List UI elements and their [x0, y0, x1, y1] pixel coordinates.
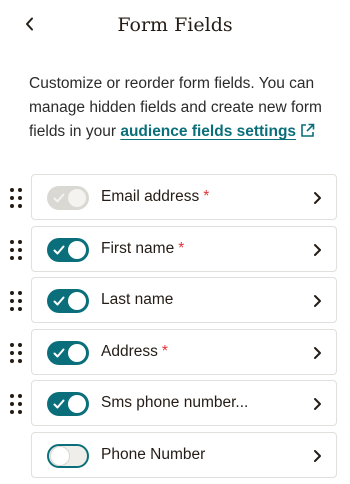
field-card[interactable]: Address * [31, 328, 337, 375]
field-visibility-toggle[interactable] [47, 237, 89, 262]
field-label: Address * [101, 343, 168, 361]
chevron-right-icon[interactable] [313, 243, 322, 257]
field-row: Last name [0, 277, 350, 329]
field-label: First name * [101, 240, 184, 258]
check-icon [53, 348, 65, 357]
field-card[interactable]: Phone Number [31, 431, 337, 478]
field-card[interactable]: Email address * [31, 174, 337, 220]
field-card[interactable]: Sms phone number... [31, 380, 337, 426]
chevron-right-icon[interactable] [313, 191, 322, 205]
field-label: Email address * [101, 188, 209, 206]
audience-fields-settings-link[interactable]: audience fields settings [120, 123, 296, 140]
form-fields-list: Email address * First name * Last name A… [0, 174, 350, 483]
field-visibility-toggle[interactable] [47, 289, 89, 313]
chevron-right-icon[interactable] [313, 294, 322, 308]
toggle-knob [68, 189, 86, 207]
chevron-right-icon[interactable] [313, 397, 322, 411]
field-row: Phone Number [0, 431, 350, 484]
description: Customize or reorder form fields. You ca… [29, 72, 341, 144]
header: Form Fields [0, 0, 350, 52]
check-icon [53, 296, 65, 306]
field-name: Email address [101, 188, 200, 205]
check-icon [53, 193, 65, 203]
field-visibility-toggle[interactable] [47, 392, 89, 416]
drag-handle-icon[interactable] [10, 291, 24, 311]
drag-handle-icon[interactable] [10, 188, 24, 208]
required-marker: * [203, 188, 210, 205]
external-link-icon[interactable] [300, 123, 315, 138]
field-name: Phone Number [101, 445, 206, 463]
field-name: Address [101, 342, 158, 360]
field-card[interactable]: Last name [31, 277, 337, 323]
required-marker: * [178, 239, 185, 257]
field-card[interactable]: First name * [31, 225, 337, 272]
drag-handle-icon[interactable] [10, 239, 24, 260]
chevron-right-icon[interactable] [313, 346, 322, 360]
check-icon [53, 245, 65, 254]
field-label: Phone Number [101, 446, 209, 464]
toggle-knob [68, 343, 86, 362]
toggle-knob [68, 292, 86, 310]
toggle-knob [51, 446, 69, 465]
chevron-right-icon[interactable] [313, 449, 322, 463]
field-name: Sms phone number... [101, 394, 249, 411]
field-name: First name [101, 239, 175, 257]
drag-handle-icon[interactable] [10, 394, 24, 414]
field-label: Sms phone number... [101, 394, 252, 412]
toggle-knob [68, 395, 86, 413]
field-row: Sms phone number... [0, 380, 350, 432]
check-icon [53, 399, 65, 409]
field-label: Last name [101, 291, 177, 309]
drag-handle-icon[interactable] [10, 342, 24, 363]
field-visibility-toggle[interactable] [47, 443, 89, 468]
field-row: Email address * [0, 174, 350, 226]
page-title: Form Fields [117, 14, 233, 36]
field-visibility-toggle [47, 186, 89, 210]
field-visibility-toggle[interactable] [47, 340, 89, 365]
required-marker: * [161, 342, 168, 360]
field-name: Last name [101, 291, 174, 308]
toggle-knob [68, 240, 86, 259]
field-row: Address * [0, 328, 350, 381]
field-row: First name * [0, 225, 350, 278]
